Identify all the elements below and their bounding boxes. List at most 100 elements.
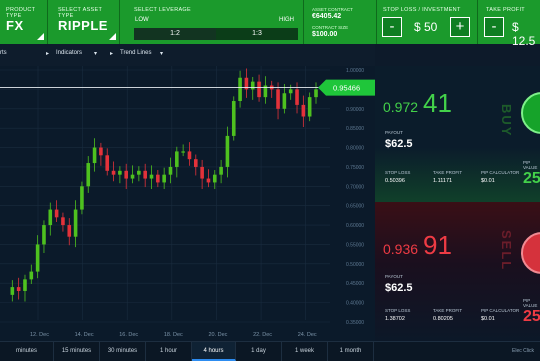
candle-body — [86, 163, 91, 187]
buy-percent: 25 — [523, 170, 540, 187]
candle-body — [276, 89, 280, 109]
buy-pip-value: $0.01 — [481, 178, 495, 184]
timeframe-1-month[interactable]: 1 month — [328, 342, 374, 361]
timeframe-30-minutes[interactable]: 30 minutes — [100, 342, 146, 361]
candle-body — [250, 81, 255, 90]
take-profit-value[interactable]: $ 12.5 — [512, 20, 540, 48]
candle-body — [35, 244, 40, 272]
timeframe-1-day[interactable]: 1 day — [236, 342, 282, 361]
toolbar-charts[interactable]: rts — [0, 50, 7, 56]
buy-price-big: 41 — [423, 88, 452, 118]
timeframe-4-hours[interactable]: 4 hours — [192, 342, 236, 361]
leverage-option-2[interactable]: 1:3 — [216, 28, 298, 40]
timeframe-minutes[interactable]: minutes — [0, 342, 54, 361]
x-tick-label: 16. Dec — [119, 332, 138, 338]
buy-pip-value-label: PIP VALUE — [523, 160, 538, 170]
candle-body — [54, 209, 59, 218]
candle-body — [225, 135, 230, 167]
candle-body — [16, 287, 21, 291]
y-tick-label: 0.40000 — [346, 301, 364, 307]
buy-payout-label: PAYOUT — [385, 130, 403, 135]
candle-body — [181, 151, 185, 153]
candle-body — [175, 151, 179, 167]
candle-body — [212, 174, 217, 183]
price-chart[interactable]: 1.000000.950000.900000.850000.800000.750… — [0, 66, 375, 341]
buy-stoploss-label: STOP LOSS — [385, 170, 411, 175]
buy-takeprofit-value: 1.11171 — [433, 178, 453, 184]
timeframe-1-week[interactable]: 1 week — [282, 342, 328, 361]
sell-payout-value: $62.5 — [385, 282, 413, 294]
stop-loss-value[interactable]: $ 50 — [414, 20, 437, 34]
sell-price-small: 0.936 — [383, 241, 419, 257]
buy-pip-label: PIP CALCULATOR — [481, 170, 520, 175]
sell-price-big: 91 — [423, 230, 452, 260]
asset-type-value: RIPPLE — [58, 18, 108, 33]
candle-body — [143, 170, 147, 179]
y-tick-label: 0.80000 — [346, 146, 364, 152]
candle-body — [295, 89, 299, 105]
trendline-icon: ▸ — [110, 51, 114, 57]
take-profit-minus-button[interactable]: - — [484, 17, 504, 37]
chart-toolbar: rts ▸ Indicators ▾ ▸ Trend Lines ▾ — [0, 44, 375, 66]
x-tick-label: 24. Dec — [298, 332, 317, 338]
sell-takeprofit-value: 0.80205 — [433, 316, 453, 322]
take-profit-label: TAKE PROFIT — [486, 7, 525, 13]
candle-body — [137, 170, 141, 175]
leverage-label: SELECT LEVERAGE — [134, 7, 191, 13]
sell-pip-value: $0.01 — [481, 316, 495, 322]
sell-stoploss-label: STOP LOSS — [385, 308, 411, 313]
stop-loss-plus-button[interactable]: + — [450, 17, 470, 37]
candle-body — [200, 166, 204, 179]
stop-loss-minus-button[interactable]: - — [382, 17, 402, 37]
y-tick-label: 0.35000 — [346, 320, 364, 326]
candle-body — [67, 225, 72, 237]
candle-body — [257, 81, 261, 98]
candle-body — [111, 170, 116, 175]
timeframe-15-minutes[interactable]: 15 minutes — [54, 342, 100, 361]
candle-body — [288, 89, 293, 94]
sell-takeprofit-label: TAKE PROFIT — [433, 308, 463, 313]
y-tick-label: 0.85000 — [346, 126, 364, 132]
footnote: Elec Click — [512, 348, 534, 354]
y-tick-label: 0.60000 — [346, 223, 364, 229]
buy-button[interactable] — [521, 92, 540, 134]
candle-body — [105, 155, 110, 171]
toolbar-indicators[interactable]: Indicators — [56, 50, 82, 56]
asset-type-select[interactable]: SELECT ASSET TYPE RIPPLE — [52, 0, 120, 44]
candle-body — [307, 97, 312, 117]
y-tick-label: 0.45000 — [346, 281, 364, 287]
leverage-option-1[interactable]: 1:2 — [134, 28, 216, 40]
candle-body — [314, 89, 318, 98]
product-type-select[interactable]: PRODUCT TYPE FX — [0, 0, 48, 44]
candle-body — [149, 174, 154, 179]
y-tick-label: 0.90000 — [346, 107, 364, 113]
candlestick-chart[interactable]: 1.000000.950000.900000.850000.800000.750… — [0, 66, 375, 341]
y-tick-label: 0.50000 — [346, 262, 364, 268]
candle-body — [219, 166, 223, 175]
candle-body — [29, 271, 34, 280]
timeframe-1-hour[interactable]: 1 hour — [146, 342, 192, 361]
sell-stoploss-value: 1.38702 — [385, 316, 405, 322]
leverage-high-label: HIGH — [279, 17, 294, 23]
candle-body — [130, 174, 135, 179]
candle-body — [42, 225, 46, 245]
candle-body — [92, 147, 97, 164]
contract-size-value: $100.00 — [312, 31, 338, 38]
candle-body — [118, 170, 122, 175]
x-tick-label: 22. Dec — [253, 332, 272, 338]
y-tick-label: 0.65000 — [346, 204, 364, 210]
timeframe-bar: minutes 15 minutes 30 minutes 1 hour 4 h… — [0, 341, 540, 361]
toolbar-trendlines[interactable]: Trend Lines — [120, 50, 151, 56]
buy-panel: 0.972 41 PAYOUT $62.5 STOP LOSS 0.50396 … — [375, 66, 540, 202]
asset-contract-label: ASSET CONTRACT — [312, 7, 353, 12]
current-price-label: 0.95466 — [333, 84, 360, 93]
candle-body — [168, 166, 173, 175]
buy-payout-value: $62.5 — [385, 138, 413, 150]
toolbar-indicators-icon: ▸ — [46, 51, 50, 57]
contract-size-label: CONTRACT SIZE — [312, 25, 349, 30]
top-bar: PRODUCT TYPE FX SELECT ASSET TYPE RIPPLE… — [0, 0, 540, 48]
candle-body — [238, 77, 242, 102]
sell-button[interactable] — [521, 232, 540, 274]
stop-loss-label: STOP LOSS / INVESTMENT — [383, 7, 461, 13]
candle-body — [282, 93, 287, 109]
